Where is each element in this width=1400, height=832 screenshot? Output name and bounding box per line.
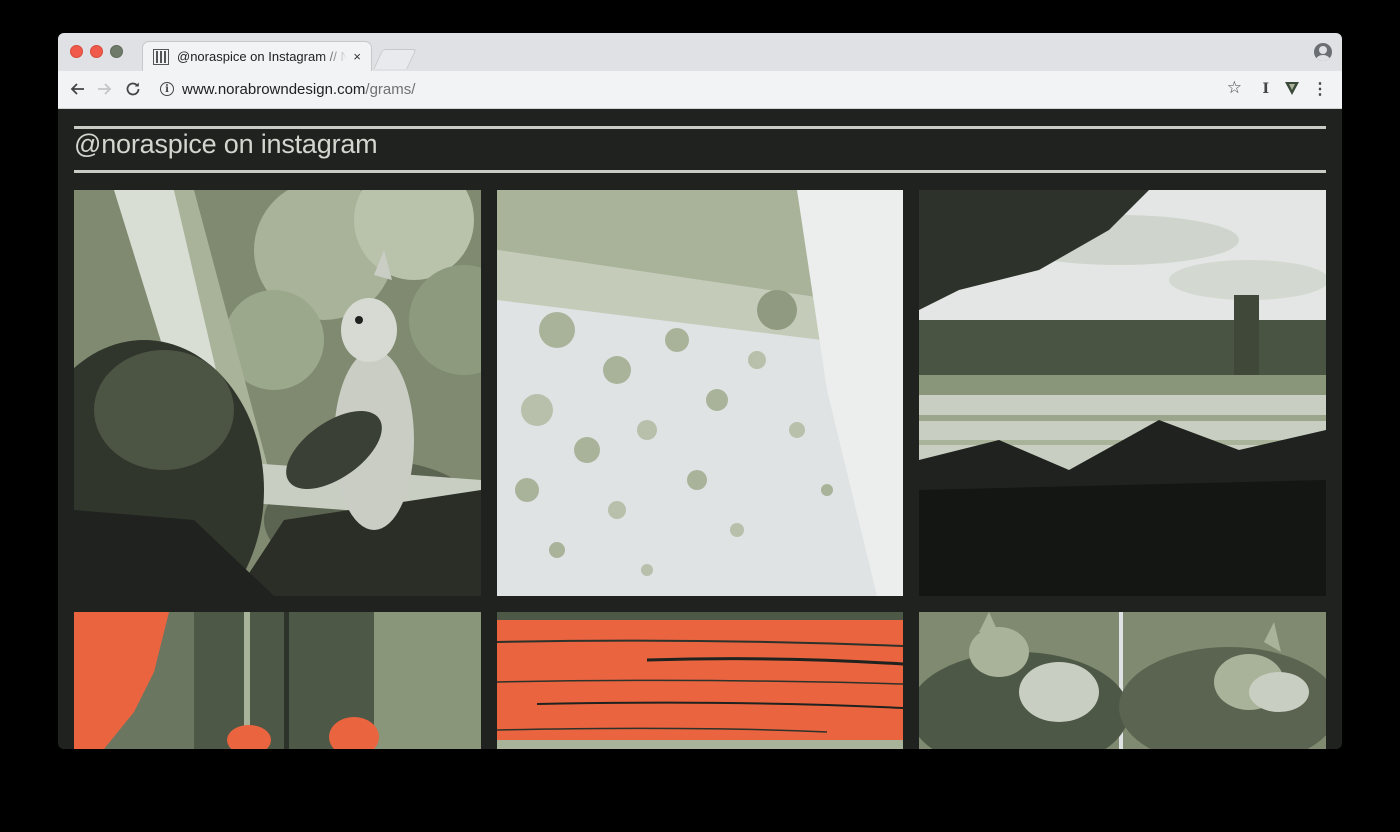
extension-i-icon[interactable]: I (1262, 81, 1269, 97)
browser-window: @noraspice on Instagram // Nora Brown De… (58, 33, 1342, 749)
menu-icon[interactable]: ⋮ (1312, 79, 1328, 99)
window-close-button[interactable] (70, 45, 83, 58)
profile-icon[interactable] (1314, 43, 1332, 61)
forward-arrow-icon[interactable] (94, 78, 116, 100)
new-tab-button[interactable] (373, 49, 417, 69)
window-maximize-button[interactable] (110, 45, 123, 58)
tab-strip: @noraspice on Instagram // Nora Brown De… (58, 33, 1342, 71)
url-host: www.norabrowndesign.com (182, 81, 366, 98)
url-path: /grams/ (365, 81, 416, 98)
page-title: @noraspice on instagram (74, 129, 378, 159)
back-arrow-icon[interactable] (66, 78, 88, 100)
address-bar[interactable]: www.norabrowndesign.com/grams/ (182, 81, 415, 98)
tab-title: @noraspice on Instagram // Nora Brown De… (177, 49, 348, 64)
browser-toolbar: i www.norabrowndesign.com/grams/ ☆ I ⋮ (58, 71, 1342, 109)
browser-tab-active[interactable]: @noraspice on Instagram // Nora Brown De… (142, 41, 372, 71)
reload-icon[interactable] (122, 78, 144, 100)
favicon-icon (153, 48, 169, 65)
photo-orange-flowers[interactable] (74, 612, 481, 749)
star-icon[interactable]: ☆ (1227, 78, 1242, 98)
info-icon[interactable]: i (160, 82, 174, 96)
photo-cat-squirrel[interactable] (74, 190, 481, 596)
photo-sleeping-cats[interactable] (919, 612, 1326, 749)
photo-orange-wood[interactable] (497, 612, 903, 749)
extension-v-icon[interactable] (1284, 80, 1300, 96)
photo-clouds[interactable] (497, 190, 903, 596)
page-content: @noraspice on instagram (58, 110, 1342, 749)
window-minimize-button[interactable] (90, 45, 103, 58)
photo-marsh[interactable] (919, 190, 1326, 596)
header-rule-bottom (74, 170, 1326, 173)
tab-close-icon[interactable]: × (353, 49, 361, 64)
